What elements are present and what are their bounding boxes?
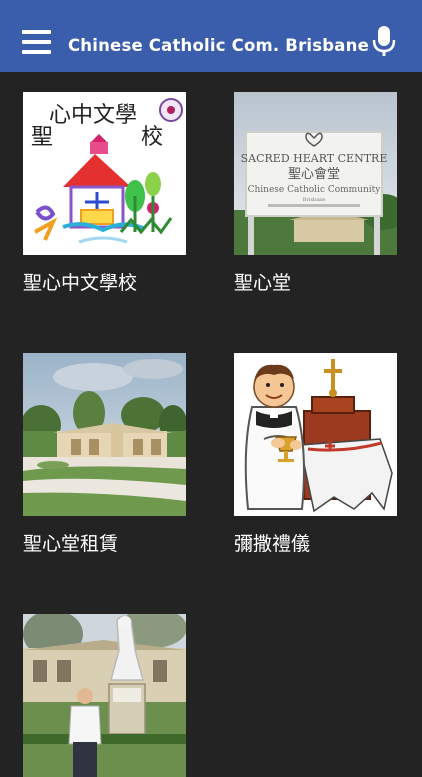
app-bar: Chinese Catholic Com. Brisbane xyxy=(0,0,422,72)
statue-courtyard-image xyxy=(23,614,186,777)
sign-city-text: Brisbane xyxy=(303,197,326,203)
school-logo-image: 心中文學 聖 校 xyxy=(23,92,186,255)
grid-item-label: 聖心堂租賃 xyxy=(23,533,119,555)
app-title: Chinese Catholic Com. Brisbane xyxy=(68,36,369,55)
svg-text:聖: 聖 xyxy=(31,125,53,150)
church-building-image xyxy=(23,353,186,516)
sign-chinese-text: 聖心會堂 xyxy=(288,167,340,182)
grid-item-statue[interactable] xyxy=(23,614,186,777)
sacred-heart-centre-sign-image: SACRED HEART CENTRE 聖心會堂 Chinese Catholi… xyxy=(234,92,397,255)
sign-community-text: Chinese Catholic Community xyxy=(248,185,382,195)
grid-item-sacred-heart[interactable]: SACRED HEART CENTRE 聖心會堂 Chinese Catholi… xyxy=(234,92,397,294)
priest-mass-clipart-image xyxy=(234,353,397,516)
grid-item-school[interactable]: 心中文學 聖 校 聖心中文學校 xyxy=(23,92,186,294)
hamburger-menu-icon[interactable] xyxy=(22,30,52,56)
svg-text:校: 校 xyxy=(141,125,163,150)
grid-item-hall-rental[interactable]: 聖心堂租賃 xyxy=(23,353,186,555)
microphone-icon[interactable] xyxy=(371,26,397,58)
svg-text:心中文學: 心中文學 xyxy=(49,103,137,128)
grid-item-label: 彌撒禮儀 xyxy=(234,533,311,555)
grid-item-label: 聖心堂 xyxy=(234,272,292,294)
grid-item-mass-liturgy[interactable]: 彌撒禮儀 xyxy=(234,353,397,555)
sign-title-text: SACRED HEART CENTRE xyxy=(241,152,388,165)
grid-item-label: 聖心中文學校 xyxy=(23,272,138,294)
